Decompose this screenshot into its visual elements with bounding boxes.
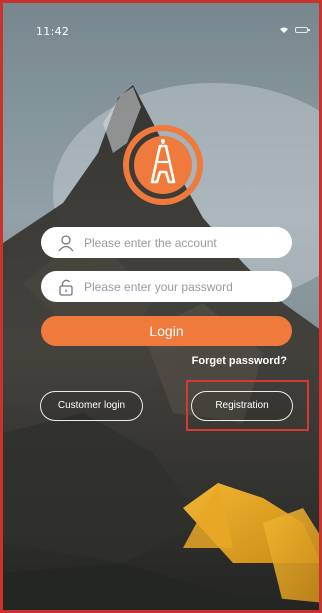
mountain-scene xyxy=(3,3,319,610)
forget-password-link[interactable]: Forget password? xyxy=(192,355,287,367)
registration-button[interactable]: Registration xyxy=(191,391,293,421)
user-icon xyxy=(58,234,74,251)
tower-logo-icon xyxy=(123,125,203,205)
status-bar: 11:42 xyxy=(3,3,319,38)
login-button[interactable]: Login xyxy=(41,316,292,346)
customer-login-button[interactable]: Customer login xyxy=(40,391,143,421)
account-input[interactable] xyxy=(84,235,274,250)
status-time: 11:42 xyxy=(36,25,70,38)
app-frame: 11:42 Login Forget password? Customer lo… xyxy=(0,0,322,613)
password-field[interactable] xyxy=(41,271,292,302)
mountain-background xyxy=(3,3,319,610)
wifi-icon xyxy=(280,27,288,33)
battery-icon xyxy=(295,27,310,33)
lock-icon xyxy=(59,279,73,296)
account-field[interactable] xyxy=(41,227,292,258)
password-input[interactable] xyxy=(84,279,274,294)
